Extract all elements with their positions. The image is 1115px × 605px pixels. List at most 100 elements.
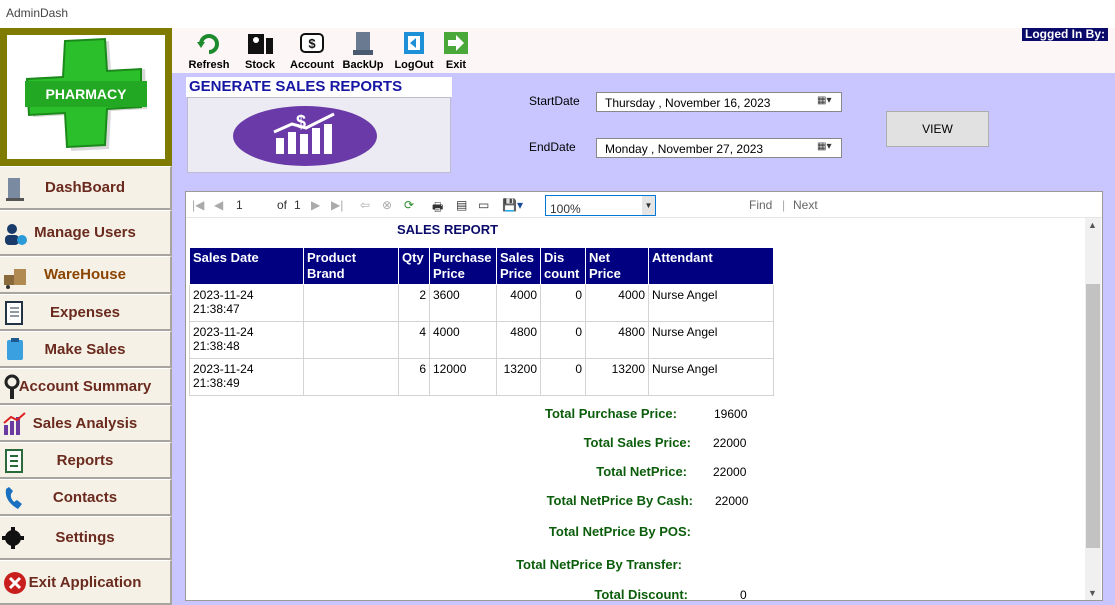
exit-button[interactable]: Exit [440,30,472,71]
receipt-icon [2,300,28,325]
total-pos-label: Total NetPrice By POS: [548,524,691,539]
backup-button[interactable]: BackUp [342,30,384,71]
stop-icon[interactable]: ⊗ [382,198,392,212]
column-header: Product Brand [303,247,399,285]
users-icon [2,221,28,245]
column-header: Dis count [540,247,586,285]
sidebar-item-account-summary[interactable]: Account Summary [0,368,172,405]
scroll-up-icon[interactable]: ▲ [1088,220,1097,230]
scroll-down-icon[interactable]: ▼ [1088,588,1097,598]
sidebar-item-label: Exit Application [28,573,142,591]
chevron-down-icon[interactable]: ▼ [642,196,655,215]
sidebar-item-dashboard[interactable]: DashBoard [0,166,172,210]
server-backup-icon [349,30,377,56]
stock-icon [246,30,274,56]
cell-discount: 0 [540,284,586,322]
first-page-icon[interactable]: |◀ [192,198,204,212]
sidebar-item-label: Settings [55,529,115,546]
sales-graphic: $ [187,97,451,173]
last-page-icon[interactable]: ▶| [331,198,343,212]
stock-button[interactable]: Stock [240,30,280,71]
cell-purchase-price: 12000 [429,358,497,396]
cell-product-brand [303,284,399,322]
vertical-scrollbar[interactable]: ▲ ▼ [1085,218,1101,600]
column-header: Sales Date [189,247,304,285]
print-layout-icon[interactable]: ▤ [456,198,467,212]
sidebar-item-label: Reports [56,451,114,469]
sidebar-item-label: WareHouse [44,266,126,283]
start-date-picker[interactable]: Thursday , November 16, 2023 ▦▾ [596,92,842,112]
sidebar-item-label: Sales Analysis [32,414,138,432]
money-icon: $ [298,30,326,56]
total-netprice-value: 22000 [713,465,747,479]
sidebar-item-contacts[interactable]: Contacts [0,479,172,516]
find-link[interactable]: Find [749,198,772,212]
cell-sales-date: 2023-11-24 21:38:47 [189,284,304,322]
close-icon [2,570,28,594]
report-toolbar: |◀ ◀ 1 of 1 ▶ ▶| ⇦ ⊗ ⟳ 🖶 ▤ ▭ 💾▾ 100% ▼ Fi… [186,192,1102,218]
sidebar-item-exit-application[interactable]: Exit Application [0,560,172,605]
generate-title: GENERATE SALES REPORTS FROM [186,77,452,112]
cell-discount: 0 [540,358,586,396]
sidebar-item-settings[interactable]: Settings [0,516,172,560]
account-button[interactable]: $ Account [286,30,338,71]
cell-qty: 2 [398,284,430,322]
sidebar-item-sales-analysis[interactable]: Sales Analysis [0,405,172,442]
page-setup-icon[interactable]: ▭ [478,198,489,212]
total-cash-value: 22000 [715,494,749,508]
total-purchase-value: 19600 [714,407,748,421]
cell-net-price: 4800 [585,321,649,359]
sidebar: DashBoard Manage Users WareHouse Expense… [0,166,172,605]
page-number-input[interactable]: 1 [236,198,243,212]
total-cash-label: Total NetPrice By Cash: [546,493,693,508]
cell-attendant: Nurse Angel [648,358,774,396]
total-transfer-label: Total NetPrice By Transfer: [516,557,682,572]
cell-net-price: 13200 [585,358,649,396]
sidebar-item-make-sales[interactable]: Make Sales [0,331,172,368]
calendar-dropdown-icon[interactable]: ▦▾ [817,95,839,109]
sidebar-item-label: Manage Users [34,224,136,241]
cell-product-brand [303,358,399,396]
cell-qty: 4 [398,321,430,359]
cell-sales-price: 4000 [496,284,541,322]
cell-sales-date: 2023-11-24 21:38:49 [189,358,304,396]
logout-button[interactable]: LogOut [392,30,436,71]
cell-purchase-price: 3600 [429,284,497,322]
logout-icon [400,30,428,56]
sidebar-item-expenses[interactable]: Expenses [0,294,172,331]
sidebar-item-manage-users[interactable]: Manage Users [0,210,172,256]
column-header: Net Price [585,247,649,285]
table-row: 2023-11-24 21:38:48 4 4000 4800 0 4800 N… [189,321,774,359]
main-panel: GENERATE SALES REPORTS FROM $ StartDate … [172,73,1115,605]
window-title: AdminDash [0,0,1115,28]
refresh-button[interactable]: Refresh [186,30,232,71]
view-button[interactable]: VIEW [886,111,989,147]
total-purchase-label: Total Purchase Price: [545,406,677,421]
sidebar-item-label: Contacts [52,488,118,506]
table-row: 2023-11-24 21:38:47 2 3600 4000 0 4000 N… [189,284,774,322]
zoom-select[interactable]: 100% ▼ [545,195,656,216]
print-icon[interactable]: 🖶 [432,198,443,219]
column-header: Purchase Price [429,247,497,285]
report-title: SALES REPORT [397,222,499,237]
prev-page-icon[interactable]: ◀ [214,198,223,212]
logo-text: PHARMACY [46,86,128,102]
logged-in-label: Logged In By: [1022,28,1108,41]
sidebar-item-warehouse[interactable]: WareHouse [0,256,172,294]
cell-sales-date: 2023-11-24 21:38:48 [189,321,304,359]
total-sales-value: 22000 [713,436,747,450]
export-icon[interactable]: 💾▾ [502,198,523,212]
end-date-picker[interactable]: Monday , November 27, 2023 ▦▾ [596,138,842,158]
next-page-icon[interactable]: ▶ [311,198,320,212]
toolbar-separator: | [782,198,786,212]
scrollbar-thumb[interactable] [1086,284,1100,548]
key-icon [2,374,28,399]
refresh-report-icon[interactable]: ⟳ [404,198,414,212]
back-icon[interactable]: ⇦ [360,198,370,212]
sidebar-item-reports[interactable]: Reports [0,442,172,479]
calendar-dropdown-icon[interactable]: ▦▾ [817,141,839,155]
next-link[interactable]: Next [793,198,818,212]
report-viewer: |◀ ◀ 1 of 1 ▶ ▶| ⇦ ⊗ ⟳ 🖶 ▤ ▭ 💾▾ 100% ▼ Fi… [185,191,1103,602]
start-date-label: StartDate [529,94,580,108]
sidebar-item-label: DashBoard [44,179,126,196]
